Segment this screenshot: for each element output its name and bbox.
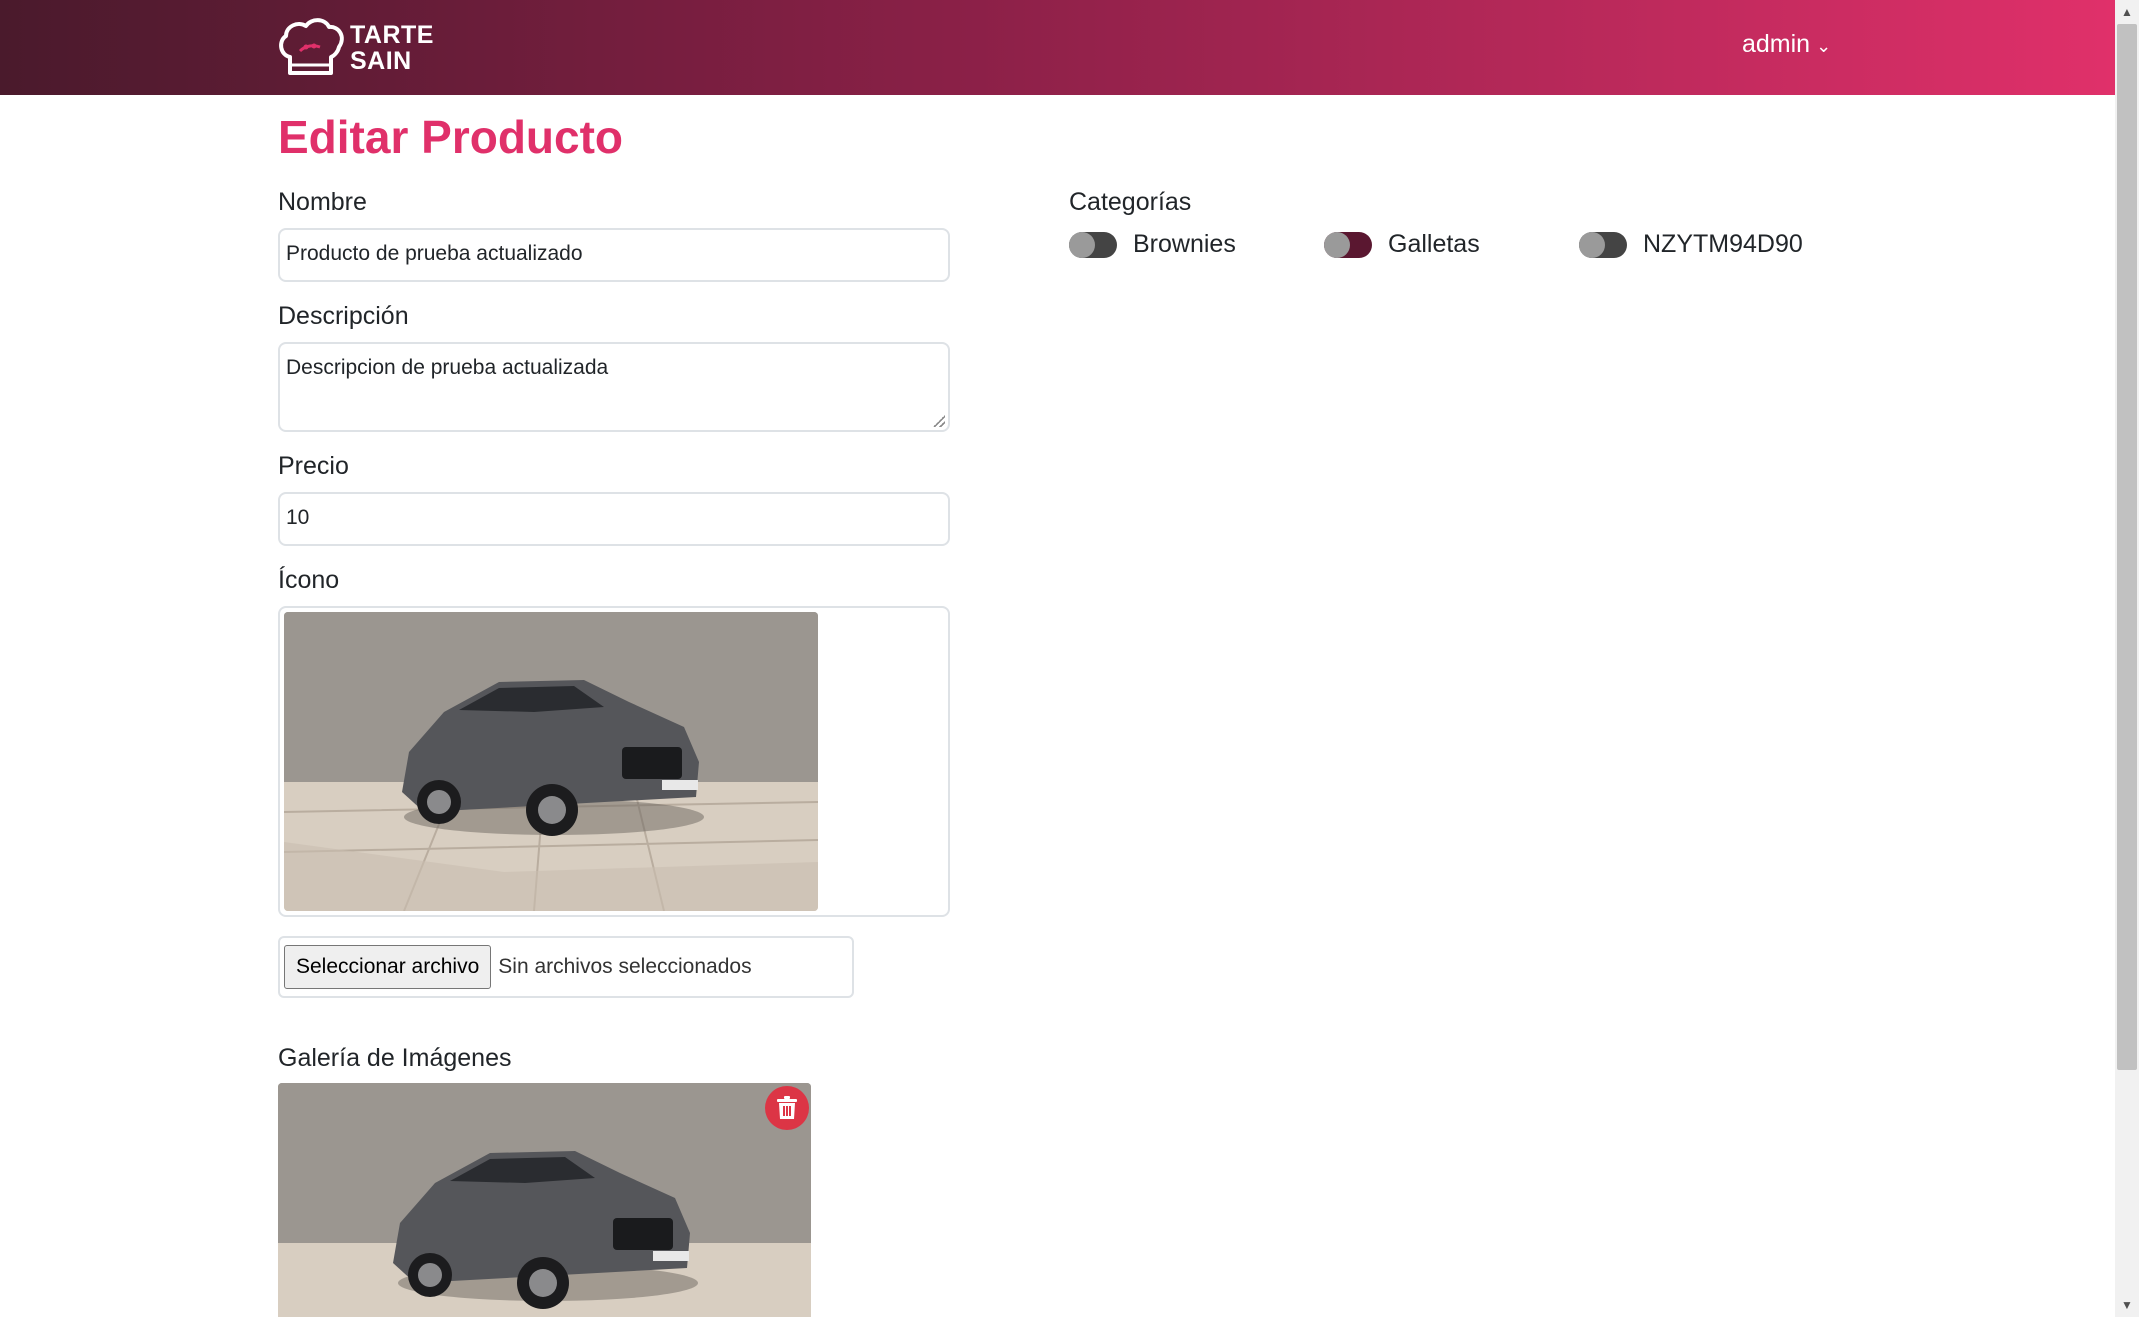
description-textarea-value: Descripcion de prueba actualizada: [286, 356, 609, 379]
toggle-switch[interactable]: [1069, 231, 1117, 258]
user-name: admin: [1742, 30, 1811, 58]
brand-name: TARTE SAIN: [350, 21, 434, 75]
category-label-nzytm94d90: NZYTM94D90: [1643, 230, 1803, 258]
page-scrollbar[interactable]: ▲ ▼: [2115, 0, 2139, 1317]
scroll-thumb[interactable]: [2117, 24, 2137, 1070]
description-textarea[interactable]: Descripcion de prueba actualizada: [278, 342, 950, 432]
user-menu-dropdown[interactable]: admin ⌄: [1742, 30, 1831, 59]
category-label-galletas: Galletas: [1388, 230, 1480, 258]
gallery-label: Galería de Imágenes: [278, 1044, 512, 1072]
icon-label: Ícono: [278, 566, 340, 594]
category-toggle-galletas[interactable]: Galletas: [1324, 230, 1480, 259]
toggle-switch[interactable]: [1579, 231, 1627, 258]
price-label: Precio: [278, 452, 349, 480]
toggle-knob: [1069, 231, 1095, 258]
name-label: Nombre: [278, 188, 367, 216]
category-toggle-brownies[interactable]: Brownies: [1069, 230, 1236, 259]
gallery-image: [278, 1083, 811, 1317]
price-input[interactable]: 10: [278, 492, 950, 546]
scroll-up-arrow-icon[interactable]: ▲: [2115, 0, 2139, 24]
category-label-brownies: Brownies: [1133, 230, 1236, 258]
chevron-down-icon: ⌄: [1816, 36, 1832, 56]
file-status-text: Sin archivos seleccionados: [498, 955, 752, 978]
icon-preview-image: [284, 612, 818, 911]
trash-icon: [777, 1096, 797, 1119]
page-title: Editar Producto: [278, 111, 624, 163]
resize-handle-icon[interactable]: [933, 415, 945, 427]
name-input[interactable]: Producto de prueba actualizado: [278, 228, 950, 282]
chef-hat-icon: [279, 18, 344, 75]
categories-label: Categorías: [1069, 188, 1192, 216]
description-label: Descripción: [278, 302, 409, 330]
icon-file-input[interactable]: Seleccionar archivo Sin archivos selecci…: [278, 936, 854, 998]
name-input-value: Producto de prueba actualizado: [286, 242, 583, 265]
choose-file-button[interactable]: Seleccionar archivo: [284, 945, 492, 989]
toggle-knob: [1579, 231, 1605, 258]
category-toggle-nzytm94d90[interactable]: NZYTM94D90: [1579, 230, 1803, 259]
scroll-down-arrow-icon[interactable]: ▼: [2115, 1293, 2139, 1317]
price-input-value: 10: [286, 506, 310, 529]
brand-logo[interactable]: TARTE SAIN: [276, 16, 456, 80]
icon-preview-frame: [278, 606, 950, 917]
toggle-knob: [1324, 231, 1350, 258]
toggle-switch[interactable]: [1324, 231, 1372, 258]
top-navbar: TARTE SAIN admin ⌄: [0, 0, 2115, 95]
delete-gallery-image-button[interactable]: [765, 1086, 809, 1130]
